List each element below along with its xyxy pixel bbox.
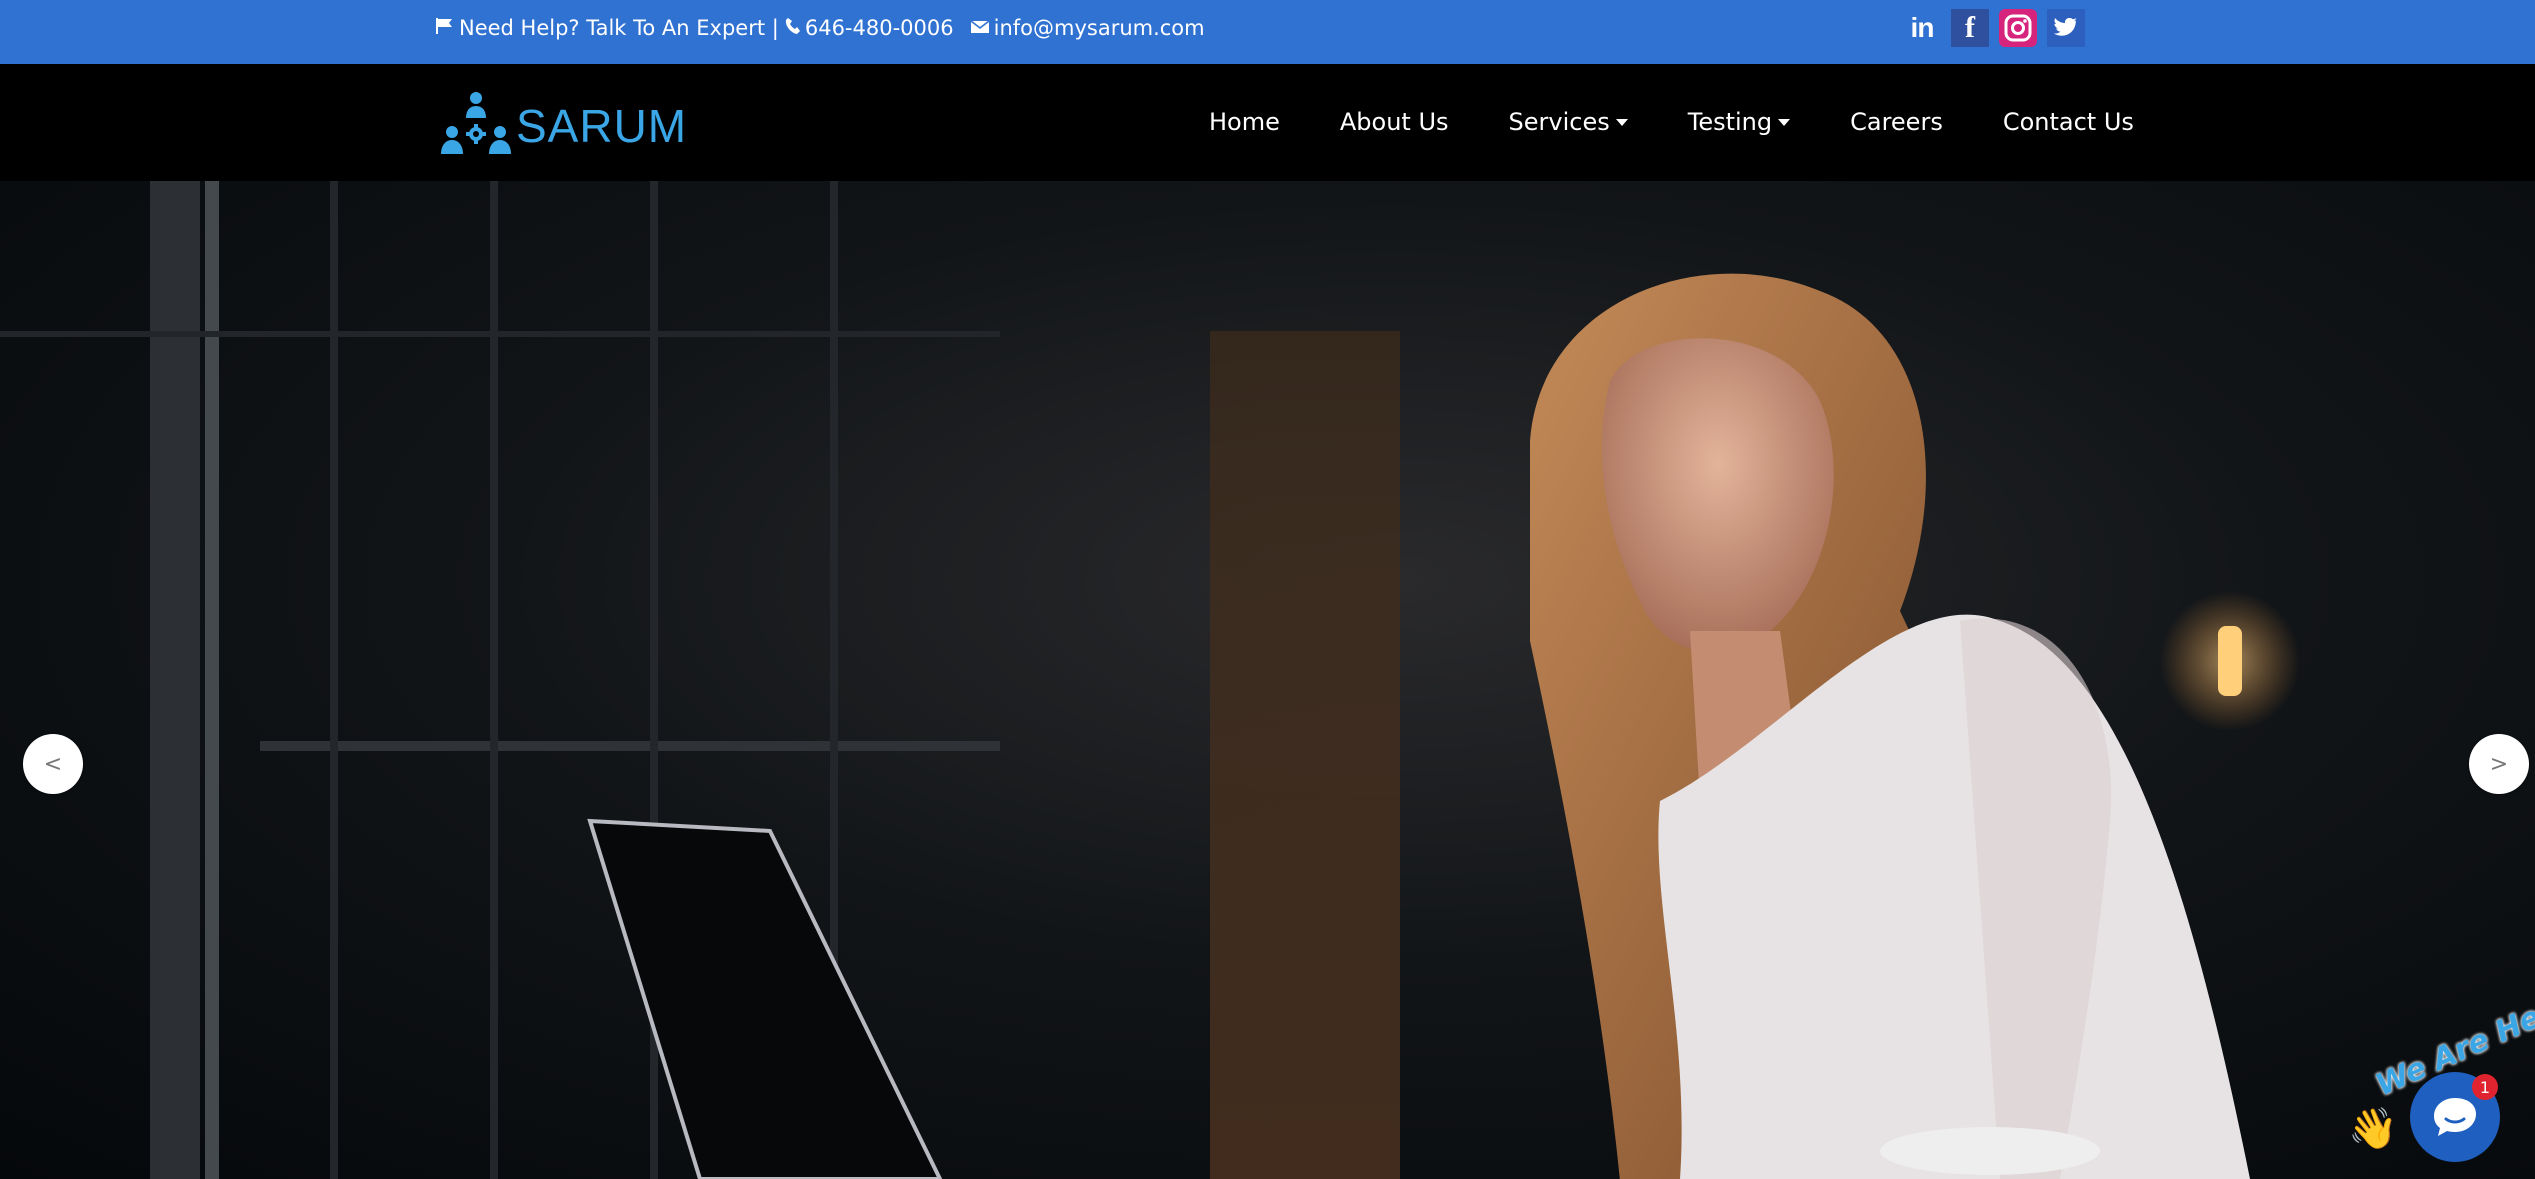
hero-carousel: < > (0, 181, 2535, 1179)
logo-people-icon (441, 92, 511, 154)
nav-services-label: Services (1508, 108, 1610, 136)
flag-icon (435, 15, 455, 41)
envelope-icon (970, 15, 990, 41)
carousel-prev-button[interactable]: < (23, 734, 83, 794)
top-bar: Need Help? Talk To An Expert | 646-480-0… (0, 0, 2535, 64)
phone-icon (785, 15, 801, 41)
nav-careers[interactable]: Careers (1850, 106, 1943, 138)
contact-info: Need Help? Talk To An Expert | 646-480-0… (435, 15, 1205, 41)
caret-down-icon (1615, 119, 1628, 126)
nav-about-us[interactable]: About Us (1340, 106, 1449, 138)
chat-unread-badge: 1 (2472, 1074, 2498, 1100)
caret-down-icon (1778, 119, 1791, 126)
facebook-icon[interactable]: f (1951, 9, 1989, 47)
twitter-icon[interactable] (2047, 9, 2085, 47)
email-link[interactable]: info@mysarum.com (994, 15, 1205, 41)
instagram-icon[interactable] (1999, 9, 2037, 47)
social-links: in f (1903, 9, 2085, 47)
waving-hand-icon: 👋 (2348, 1106, 2398, 1152)
nav-testing-label: Testing (1687, 108, 1773, 136)
nav-testing[interactable]: Testing (1687, 106, 1791, 138)
main-menu: Home About Us Services Testing Careers C… (1209, 106, 2134, 138)
carousel-next-button[interactable]: > (2469, 734, 2529, 794)
main-navbar: SARUM Home About Us Services Testing Car… (0, 64, 2535, 181)
chat-bubble-icon (2434, 1098, 2476, 1136)
nav-services[interactable]: Services (1509, 106, 1628, 138)
brand-name: SARUM (516, 100, 688, 152)
hero-image (0, 181, 2300, 1179)
help-text: Need Help? Talk To An Expert | (459, 16, 779, 40)
phone-link[interactable]: 646-480-0006 (805, 15, 954, 41)
linkedin-icon[interactable]: in (1903, 9, 1941, 47)
brand-logo[interactable]: SARUM (438, 88, 687, 160)
nav-home[interactable]: Home (1209, 106, 1280, 138)
nav-contact-us[interactable]: Contact Us (2003, 106, 2134, 138)
